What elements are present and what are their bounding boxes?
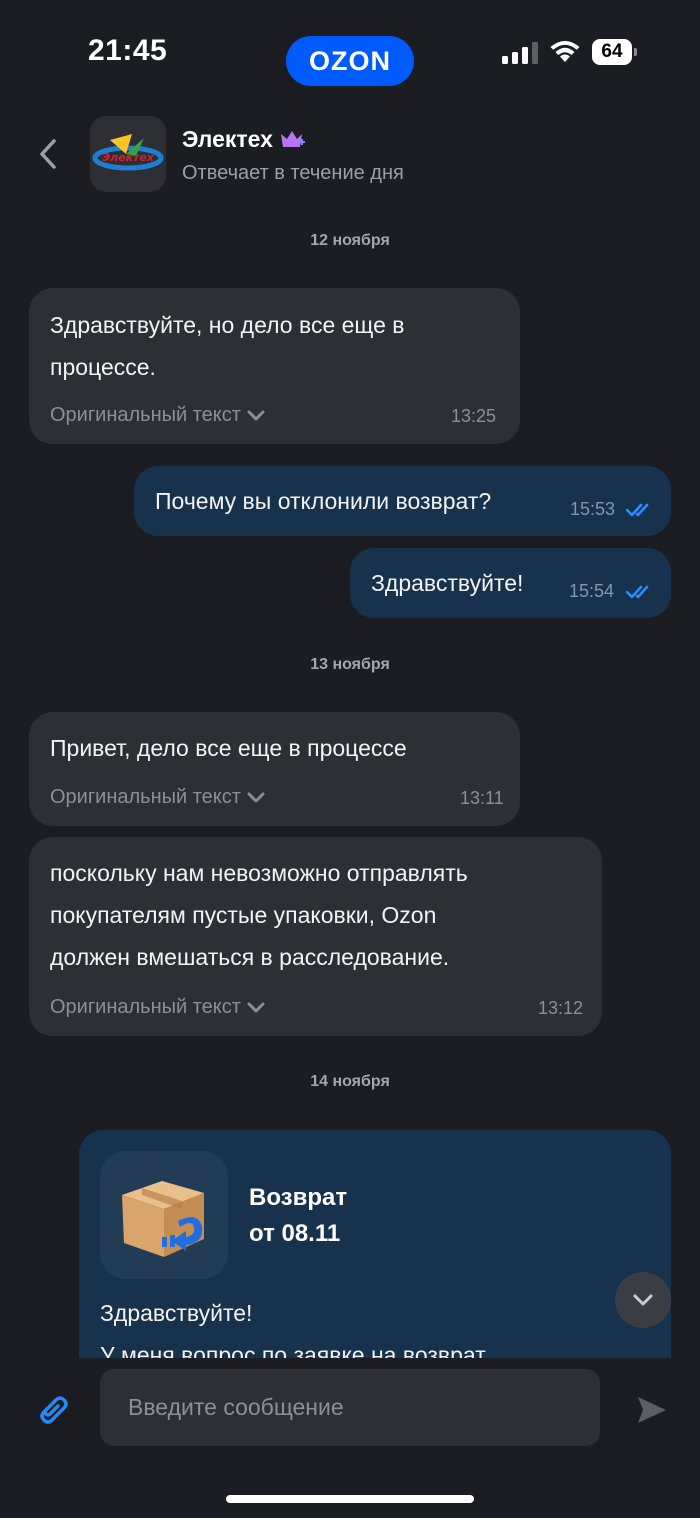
chevron-left-icon [40, 139, 56, 169]
attach-button[interactable] [32, 1390, 72, 1430]
chevron-down-icon [247, 792, 265, 802]
original-text-toggle[interactable]: Оригинальный текст [50, 996, 265, 1019]
scroll-to-bottom-button[interactable] [615, 1272, 671, 1328]
message-time: 13:25 [451, 406, 497, 426]
message-text: Привет, дело все еще в процессе [50, 735, 407, 761]
date-separator: 12 ноября [310, 232, 390, 249]
original-text-label: Оригинальный текст [50, 996, 241, 1018]
message-text: Здравствуйте, но дело все еще в процессе… [50, 304, 405, 388]
chevron-down-icon [247, 410, 265, 420]
battery-level: 64 [592, 39, 632, 65]
message-text-line: покупателям пустые упаковки, Ozon [50, 902, 437, 928]
paperclip-icon [40, 1396, 68, 1424]
chevron-down-icon [633, 1294, 653, 1306]
premium-crown-icon [280, 130, 305, 147]
message-time: 15:54 [569, 581, 615, 601]
message-time: 15:53 [570, 499, 616, 519]
logo-text: Электех [102, 151, 155, 164]
return-message-greeting: Здравствуйте! [100, 1300, 253, 1326]
double-check-icon [626, 585, 649, 599]
message-text-line: Здравствуйте, но дело все еще в [50, 312, 405, 338]
shop-avatar[interactable]: Электех [90, 116, 166, 192]
incoming-message-bubble[interactable]: Привет, дело все еще в процессе Оригинал… [29, 712, 520, 826]
date-separator: 14 ноября [310, 1073, 390, 1090]
ozon-brand-pill[interactable]: OZON [286, 36, 414, 86]
message-time: 13:11 [460, 788, 504, 808]
date-separator: 13 ноября [310, 656, 390, 673]
message-text: поскольку нам невозможно отправлять поку… [50, 852, 468, 978]
back-button[interactable] [30, 136, 66, 172]
battery-indicator: 64 [592, 39, 638, 65]
shop-logo: Электех [92, 134, 164, 171]
response-time-subtitle: Отвечает в течение дня [182, 162, 404, 184]
cellular-signal-icon [502, 42, 538, 64]
message-text-line: поскольку нам невозможно отправлять [50, 860, 468, 886]
message-text-line: должен вмешаться в расследование. [50, 944, 450, 970]
incoming-message-bubble[interactable]: Здравствуйте, но дело все еще в процессе… [29, 288, 520, 444]
return-date-line: от 08.11 [249, 1220, 341, 1247]
message-text-line: процессе. [50, 354, 156, 380]
send-icon [638, 1397, 666, 1423]
incoming-message-bubble[interactable]: поскольку нам невозможно отправлять поку… [29, 837, 602, 1036]
original-text-label: Оригинальный текст [50, 786, 241, 808]
original-text-toggle[interactable]: Оригинальный текст [50, 786, 265, 809]
return-box-icon [122, 1181, 204, 1257]
message-input[interactable] [100, 1369, 600, 1446]
outgoing-message-bubble[interactable]: Здравствуйте! 15:54 [350, 548, 671, 618]
original-text-toggle[interactable]: Оригинальный текст [50, 404, 265, 427]
message-text: Почему вы отклонили возврат? [155, 488, 492, 514]
double-check-icon [626, 503, 649, 517]
shop-name-text: Электех [182, 126, 273, 152]
status-time: 21:45 [88, 34, 168, 67]
message-time: 13:12 [538, 998, 584, 1018]
status-bar: 21:45 OZON 64 [0, 0, 700, 100]
message-text: Здравствуйте! [371, 570, 524, 596]
return-request-card[interactable]: Возврат от 08.11 Здравствуйте! У меня во… [79, 1130, 671, 1358]
return-thumbnail [100, 1151, 228, 1279]
return-title-line: Возврат [249, 1184, 348, 1211]
shop-name[interactable]: Электех [182, 126, 307, 153]
battery-tip [634, 48, 637, 56]
send-button[interactable] [632, 1390, 672, 1430]
return-message-text: У меня вопрос по заявке на возврат [100, 1342, 486, 1358]
outgoing-message-bubble[interactable]: Почему вы отклонили возврат? 15:53 [134, 466, 671, 536]
wifi-icon [550, 41, 580, 62]
home-indicator [226, 1495, 474, 1503]
chat-header: Электех Электех Отвечает в течение дня [0, 110, 700, 200]
return-card-title: Возврат от 08.11 [249, 1180, 347, 1252]
original-text-label: Оригинальный текст [50, 404, 241, 426]
chevron-down-icon [247, 1002, 265, 1012]
message-composer [0, 1358, 700, 1518]
